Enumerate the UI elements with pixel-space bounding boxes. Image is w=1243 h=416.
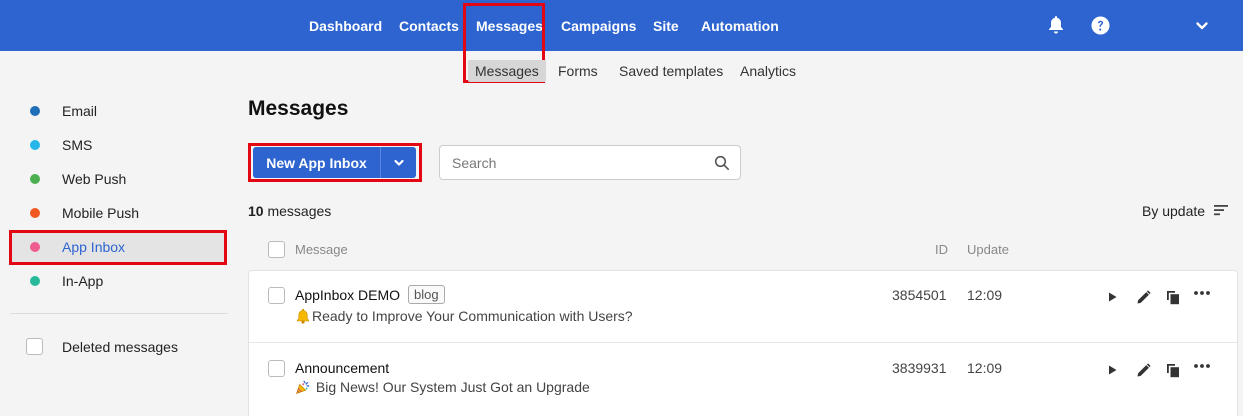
sidebar-item-label: In-App bbox=[62, 273, 104, 289]
sidebar-item-mobile-push[interactable]: Mobile Push bbox=[12, 198, 224, 228]
sidebar-item-email[interactable]: Email bbox=[12, 96, 224, 126]
sort-by-dropdown[interactable]: By update bbox=[1142, 203, 1205, 219]
search-icon[interactable] bbox=[714, 155, 730, 171]
bell-icon[interactable] bbox=[1047, 15, 1065, 35]
message-title[interactable]: Announcement bbox=[295, 360, 389, 376]
sidebar-item-label: Web Push bbox=[62, 171, 127, 187]
more-options-icon[interactable] bbox=[1193, 361, 1211, 379]
play-icon[interactable] bbox=[1106, 361, 1120, 379]
subnav-analytics[interactable]: Analytics bbox=[740, 63, 796, 79]
nav-automation[interactable]: Automation bbox=[701, 18, 779, 34]
row-checkbox[interactable] bbox=[268, 360, 285, 377]
message-tag: blog bbox=[408, 285, 445, 304]
table-row[interactable]: Announcement Big News! Our System Just G… bbox=[248, 343, 1238, 415]
deleted-messages-checkbox[interactable] bbox=[26, 338, 43, 355]
message-subtitle-text: Ready to Improve Your Communication with… bbox=[312, 308, 633, 324]
sidebar-divider bbox=[10, 313, 228, 314]
row-actions bbox=[1106, 288, 1216, 306]
subnav-saved-templates[interactable]: Saved templates bbox=[619, 63, 723, 79]
page-title: Messages bbox=[248, 97, 349, 120]
copy-icon[interactable] bbox=[1165, 361, 1181, 379]
message-title[interactable]: AppInbox DEMO bbox=[295, 287, 400, 303]
highlight-sidebar-app-inbox bbox=[9, 230, 227, 265]
nav-dashboard[interactable]: Dashboard bbox=[309, 18, 382, 34]
message-update-time: 12:09 bbox=[967, 287, 1003, 303]
top-navigation-bar: Dashboard Contacts Messages Campaigns Si… bbox=[0, 0, 1243, 51]
message-count: 10 messages bbox=[248, 203, 331, 219]
in-app-dot-icon bbox=[30, 276, 40, 286]
message-id: 3839931 bbox=[892, 360, 947, 376]
bell-emoji-icon bbox=[297, 308, 309, 324]
nav-campaigns[interactable]: Campaigns bbox=[561, 18, 636, 34]
subnav-messages[interactable]: Messages bbox=[468, 60, 546, 82]
message-subtitle: Ready to Improve Your Communication with… bbox=[295, 308, 633, 324]
email-dot-icon bbox=[30, 106, 40, 116]
message-count-number: 10 bbox=[248, 203, 264, 219]
sidebar-item-web-push[interactable]: Web Push bbox=[12, 164, 224, 194]
sort-icon[interactable] bbox=[1214, 204, 1228, 216]
play-icon[interactable] bbox=[1106, 288, 1120, 306]
sidebar-item-label: Mobile Push bbox=[62, 205, 140, 221]
nav-site[interactable]: Site bbox=[653, 18, 679, 34]
edit-icon[interactable] bbox=[1135, 361, 1151, 379]
more-options-icon[interactable] bbox=[1193, 288, 1211, 306]
message-update-time: 12:09 bbox=[967, 360, 1003, 376]
party-popper-emoji-icon bbox=[296, 380, 310, 394]
sidebar-item-label: SMS bbox=[62, 137, 93, 153]
help-icon[interactable] bbox=[1091, 16, 1110, 35]
sms-dot-icon bbox=[30, 140, 40, 150]
sidebar-item-in-app[interactable]: In-App bbox=[12, 266, 224, 296]
copy-icon[interactable] bbox=[1165, 288, 1181, 306]
message-subtitle-text: Big News! Our System Just Got an Upgrade bbox=[312, 379, 590, 395]
message-count-label: messages bbox=[263, 203, 332, 219]
message-subtitle: Big News! Our System Just Got an Upgrade bbox=[295, 379, 590, 395]
deleted-messages-label: Deleted messages bbox=[62, 338, 178, 355]
nav-contacts[interactable]: Contacts bbox=[399, 18, 459, 34]
sidebar-item-sms[interactable]: SMS bbox=[12, 130, 224, 160]
subnav-forms[interactable]: Forms bbox=[558, 63, 598, 79]
row-actions bbox=[1106, 361, 1216, 379]
deleted-messages-toggle[interactable]: Deleted messages bbox=[26, 338, 178, 355]
message-id: 3854501 bbox=[892, 287, 947, 303]
sidebar-item-label: Email bbox=[62, 103, 98, 119]
mobile-push-dot-icon bbox=[30, 208, 40, 218]
column-header-message[interactable]: Message bbox=[295, 242, 348, 257]
search-box bbox=[439, 145, 741, 180]
search-input[interactable] bbox=[452, 154, 702, 172]
select-all-checkbox[interactable] bbox=[268, 241, 285, 258]
column-header-update[interactable]: Update bbox=[967, 242, 1009, 257]
table-row[interactable]: AppInbox DEMO blog Ready to Improve Your… bbox=[248, 270, 1238, 342]
edit-icon[interactable] bbox=[1135, 288, 1151, 306]
highlight-new-button bbox=[248, 143, 422, 182]
column-header-id[interactable]: ID bbox=[935, 242, 948, 257]
chevron-down-icon[interactable] bbox=[1195, 19, 1209, 33]
row-checkbox[interactable] bbox=[268, 287, 285, 304]
web-push-dot-icon bbox=[30, 174, 40, 184]
